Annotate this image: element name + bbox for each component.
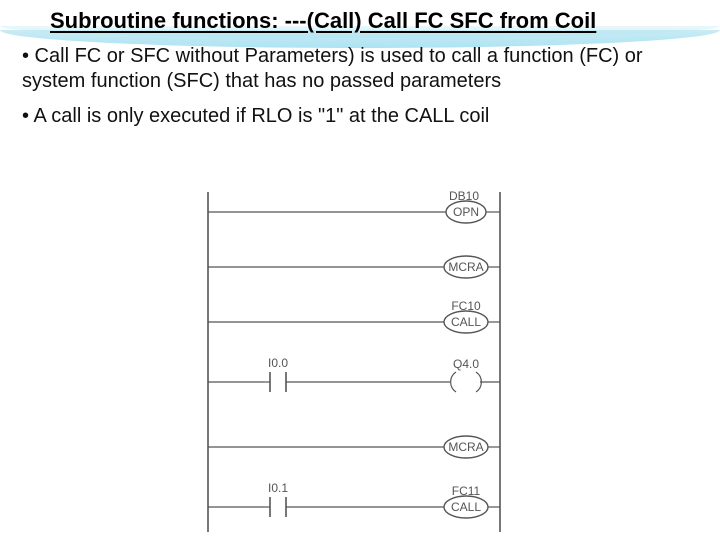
rung-1: DB10 OPN xyxy=(208,189,500,223)
rung-4: I0.0 Q4.0 xyxy=(208,356,500,392)
page-title: Subroutine functions: ---(Call) Call FC … xyxy=(50,8,720,34)
paragraph-1: • Call FC or SFC without Parameters) is … xyxy=(22,44,698,94)
rung5-coil-label: MCRA xyxy=(448,440,483,454)
rung-5: MCRA xyxy=(208,436,500,458)
rung4-right-label: Q4.0 xyxy=(453,357,479,371)
rung2-coil-label: MCRA xyxy=(448,260,483,274)
rung4-left-label: I0.0 xyxy=(268,356,288,370)
rung-3: FC10 CALL xyxy=(208,299,500,333)
rung-2: MCRA xyxy=(208,256,500,278)
rung3-coil-label: CALL xyxy=(451,315,481,329)
rung6-coil-label: CALL xyxy=(451,500,481,514)
rung6-left-label: I0.1 xyxy=(268,481,288,495)
paragraph-2: • A call is only executed if RLO is "1" … xyxy=(22,104,698,129)
rung1-coil-label: OPN xyxy=(453,205,479,219)
ladder-diagram: DB10 OPN MCRA FC10 CALL I0.0 Q4.0 xyxy=(184,182,524,536)
rung-6: I0.1 FC11 CALL xyxy=(208,481,500,518)
